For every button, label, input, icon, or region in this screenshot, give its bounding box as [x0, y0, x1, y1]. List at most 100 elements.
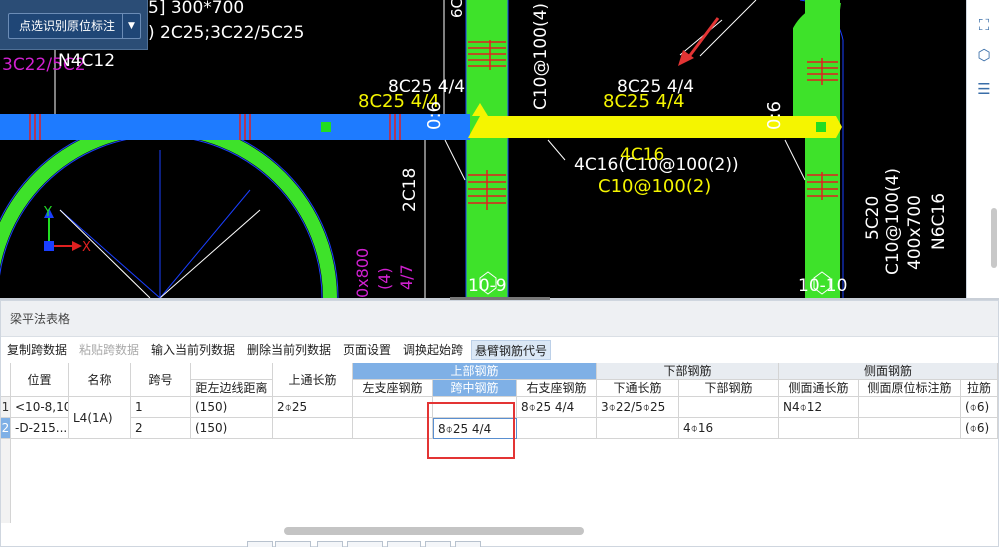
row-gutter [1, 439, 11, 523]
header-bottom-through[interactable]: 下通长筋 [597, 380, 679, 397]
tab-stub[interactable] [347, 541, 383, 547]
tab-stub[interactable] [275, 541, 311, 547]
beam-grip-point [321, 122, 331, 132]
header-top-through[interactable]: 上通长筋 [273, 363, 353, 397]
cad-text-400x700: 400x700 [905, 195, 925, 270]
properties-list-icon[interactable]: ☰ [973, 78, 995, 100]
tab-stub[interactable] [247, 541, 273, 547]
cell-bottom-bar[interactable]: 4⌽16 [679, 418, 779, 439]
cell-span-no[interactable]: 1 [131, 397, 191, 418]
cad-text-rebar: ) 2C25;3C22/5C25 [148, 23, 304, 43]
cad-text-column-stirrup: C10@100(4) [531, 3, 551, 110]
cell-left-dist[interactable]: (150) [191, 418, 273, 439]
green-column-left [466, 0, 508, 298]
cell-top-through[interactable] [273, 418, 353, 439]
cad-canvas[interactable]: 5] 300*700 ) 2C25;3C22/5C25 3C22/5C2 N4C… [0, 0, 999, 298]
cell-tie[interactable]: (⌽6) [961, 397, 998, 418]
cad-text-bottom-yellow: 4C16 [620, 145, 664, 165]
cell-left-support[interactable] [353, 418, 433, 439]
highlight-annotation-box [427, 402, 515, 459]
cell-top-through[interactable]: 2⌽25 [273, 397, 353, 418]
cell-side-orig[interactable] [859, 418, 961, 439]
cell-left-dist[interactable]: (150) [191, 397, 273, 418]
cad-text-side-rebar: N4C12 [58, 51, 115, 71]
app-window: 5] 300*700 ) 2C25;3C22/5C25 3C22/5C2 N4C… [0, 0, 999, 547]
header-right-support[interactable]: 右支座钢筋 [517, 380, 597, 397]
cell-bottom-bar[interactable] [679, 397, 779, 418]
row-number[interactable]: 2 [1, 418, 11, 439]
cad-text-06-right: 0:6 [764, 101, 785, 130]
identify-panel: 点选识别原位标注 ▼ [0, 0, 148, 50]
cell-span-no[interactable]: 2 [131, 418, 191, 439]
group-side-rebar: 侧面钢筋 [779, 363, 998, 380]
cad-diagonal-line [59, 209, 161, 298]
cell-bottom-through[interactable]: 3⌽22/5⌽25 [597, 397, 679, 418]
cad-diagonal-line [159, 209, 261, 298]
cantilever-code-button[interactable]: 悬臂钢筋代号 [471, 340, 552, 360]
tab-stub[interactable] [387, 541, 421, 547]
leader-lines [54, 0, 806, 298]
vertical-scrollbar[interactable] [991, 208, 997, 268]
cell-right-support[interactable]: 8⌽25 4/4 [517, 397, 597, 418]
axis-x-label: X [82, 240, 91, 255]
cad-text-2c18: 2C18 [400, 168, 420, 212]
header-bottom-bar[interactable]: 下部钢筋 [679, 380, 779, 397]
cad-diagonal-line [59, 209, 151, 298]
axis-y-label: Y [43, 205, 52, 220]
delete-column-button[interactable]: 删除当前列数据 [247, 340, 331, 360]
cad-text-grid-10-9: 10-9 [468, 276, 507, 296]
cell-name[interactable]: L4(1A) [69, 397, 131, 439]
cell-side-orig[interactable] [859, 397, 961, 418]
header-left-dist[interactable]: 距左边线距离 [191, 380, 273, 397]
cell-right-support[interactable] [517, 418, 597, 439]
tab-stub[interactable] [425, 541, 451, 547]
header-tie[interactable]: 拉筋 [961, 380, 998, 397]
view-cube-icon[interactable]: ⬡ [973, 44, 995, 66]
header-side-orig[interactable]: 侧面原位标注筋 [859, 380, 961, 397]
header-position[interactable]: 位置 [11, 363, 69, 397]
cell-position[interactable]: -D-215... [11, 418, 69, 439]
header-mid-span[interactable]: 跨中钢筋 [433, 380, 517, 397]
table-toolbar: 复制跨数据 粘贴跨数据 输入当前列数据 删除当前列数据 页面设置 调换起始跨 悬… [1, 337, 998, 363]
cad-text-5c20: 5C20 [863, 196, 883, 240]
cad-text-magenta-bottom-c: 4/7 [397, 264, 416, 290]
tab-stub[interactable] [317, 541, 343, 547]
cad-text-stirrup-yellow: C10@100(2) [598, 176, 711, 197]
green-column-right [805, 0, 840, 298]
identify-annotation-button[interactable]: 点选识别原位标注 ▼ [8, 13, 141, 39]
cell-bottom-through[interactable] [597, 418, 679, 439]
yellow-beam-selected [468, 116, 842, 138]
cell-tie[interactable]: (⌽6) [961, 418, 998, 439]
cad-text-grid-10-10: 10-10 [798, 276, 847, 296]
row-number[interactable]: 1 [1, 397, 11, 418]
cell-side-through[interactable]: N4⌽12 [779, 397, 859, 418]
swap-start-span-button[interactable]: 调换起始跨 [403, 340, 463, 360]
group-upper-rebar: 上部钢筋 [353, 363, 597, 380]
input-column-button[interactable]: 输入当前列数据 [151, 340, 235, 360]
panel-title: 梁平法表格 [1, 301, 998, 337]
cad-text-section: 5] 300*700 [148, 0, 244, 18]
cad-text-span-right-yellow: 8C25 4/4 [603, 91, 685, 112]
cad-text-right-stirrup: C10@100(4) [883, 168, 903, 275]
group-lower-rebar: 下部钢筋 [597, 363, 779, 380]
page-setup-button[interactable]: 页面设置 [343, 340, 391, 360]
beam-table-panel: 梁平法表格 复制跨数据 粘贴跨数据 输入当前列数据 删除当前列数据 页面设置 调… [0, 300, 999, 547]
cad-text-6c: 6C [448, 0, 466, 18]
header-name[interactable]: 名称 [69, 363, 131, 397]
zoom-extents-icon[interactable]: ⛶ [973, 14, 995, 36]
paste-span-button[interactable]: 粘贴跨数据 [79, 340, 139, 360]
copy-span-button[interactable]: 复制跨数据 [7, 340, 67, 360]
beam-grip-point [816, 122, 826, 132]
cell-left-support[interactable] [353, 397, 433, 418]
tab-stub[interactable] [455, 541, 481, 547]
cell-position[interactable]: <10-8,10 [11, 397, 69, 418]
header-left-support[interactable]: 左支座钢筋 [353, 380, 433, 397]
bottom-tabs [247, 541, 487, 547]
cad-text-06-left: 0:6 [424, 101, 445, 130]
dropdown-arrow-icon[interactable]: ▼ [122, 14, 140, 38]
header-side-through[interactable]: 侧面通长筋 [779, 380, 859, 397]
cad-diagonal-line [159, 189, 251, 298]
header-span-no[interactable]: 跨号 [131, 363, 191, 397]
horizontal-scrollbar[interactable] [284, 527, 584, 535]
cell-side-through[interactable] [779, 418, 859, 439]
